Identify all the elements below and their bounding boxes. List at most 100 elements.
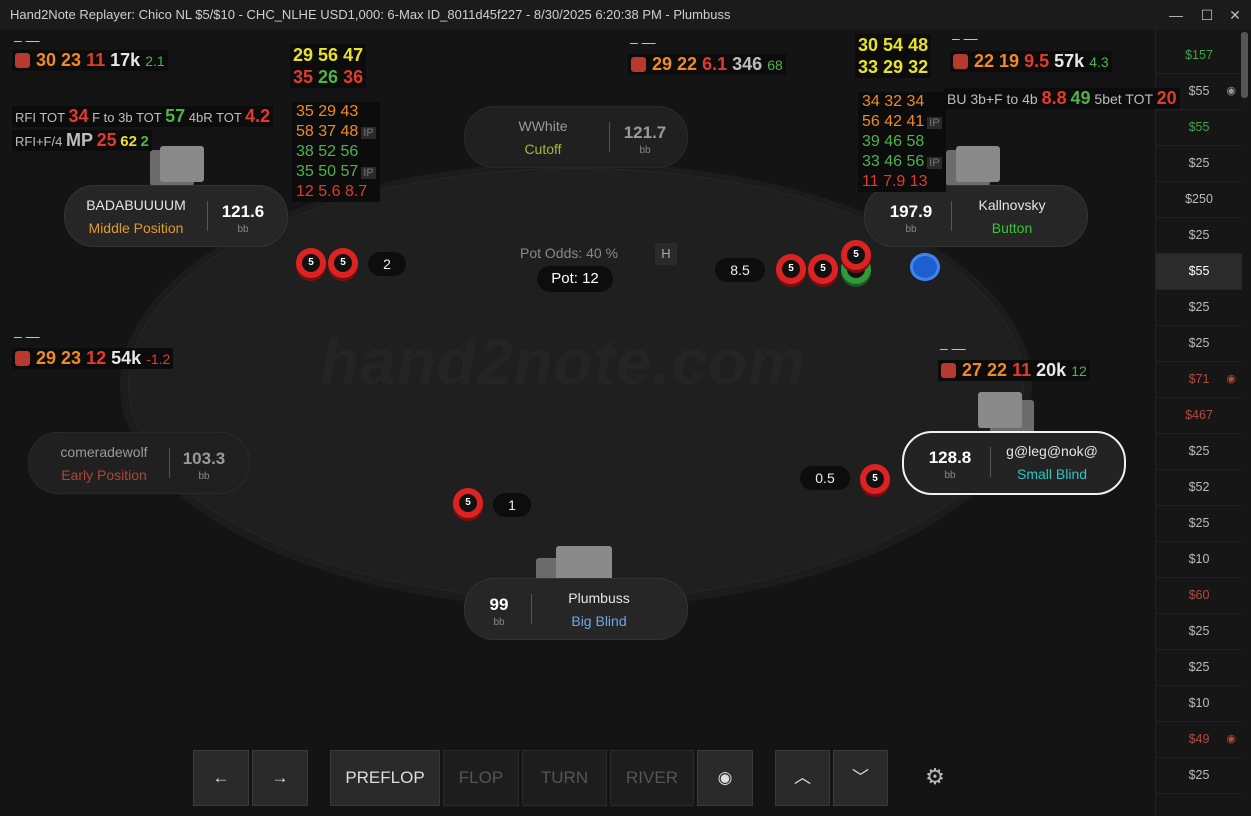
player-stack: 121.7 bbox=[623, 123, 667, 142]
window-title: Hand2Note Replayer: Chico NL $5/$10 - CH… bbox=[10, 7, 731, 22]
player-position: Cutoff bbox=[524, 141, 562, 157]
player-name: comeradewolf bbox=[60, 444, 148, 460]
player-name: Plumbuss bbox=[568, 590, 630, 606]
eye-icon[interactable]: ◉ bbox=[1226, 722, 1236, 757]
minimize-button[interactable]: — bbox=[1165, 5, 1187, 25]
seat-middle-position[interactable]: BADABUUUUM Middle Position 121.6 bb bbox=[64, 185, 288, 247]
pot-odds: Pot Odds: 40 % bbox=[520, 245, 619, 261]
history-item[interactable]: $52 bbox=[1156, 470, 1242, 506]
chip-icon: 5 bbox=[296, 248, 326, 278]
seat-early-position[interactable]: comeradewolf Early Position 103.3 bb bbox=[28, 432, 250, 494]
chip-icon: 5 bbox=[808, 254, 838, 284]
history-item[interactable]: $25 bbox=[1156, 218, 1242, 254]
close-button[interactable]: ✕ bbox=[1224, 5, 1246, 25]
history-item[interactable]: $157 bbox=[1156, 38, 1242, 74]
hud-dash-ep: – — bbox=[14, 328, 40, 344]
dealer-button-icon bbox=[910, 253, 940, 281]
street-flop-button[interactable]: FLOP bbox=[443, 750, 519, 806]
history-item[interactable]: $71 ◉ bbox=[1156, 362, 1242, 398]
history-scrollbar[interactable] bbox=[1241, 32, 1248, 98]
seat-small-blind[interactable]: 128.8 bb g@leg@nok@ Small Blind bbox=[902, 431, 1126, 495]
street-preflop-button[interactable]: PREFLOP bbox=[330, 750, 440, 806]
stack-unit: bb bbox=[198, 471, 210, 482]
hud-dash-bu: – — bbox=[952, 30, 978, 46]
hud-sb[interactable]: 27 22 11 20k 12 bbox=[938, 360, 1090, 381]
previous-hand-button[interactable]: ︿ bbox=[775, 750, 830, 806]
bet-amount-sb: 0.5 bbox=[800, 466, 850, 490]
history-item[interactable]: $25 bbox=[1156, 146, 1242, 182]
next-action-button[interactable]: → bbox=[252, 750, 308, 806]
street-river-button[interactable]: RIVER bbox=[610, 750, 694, 806]
player-position: Big Blind bbox=[571, 613, 627, 629]
hud-dash-co: – — bbox=[630, 34, 656, 50]
seat-big-blind[interactable]: 99 bb Plumbuss Big Blind bbox=[464, 578, 688, 640]
history-item[interactable]: $25 bbox=[1156, 506, 1242, 542]
player-position: Button bbox=[991, 220, 1033, 236]
watermark: hand2note.com bbox=[320, 326, 806, 398]
player-name: Kallnovsky bbox=[978, 197, 1046, 213]
bet-amount-bb: 1 bbox=[493, 493, 531, 517]
player-stack: 103.3 bbox=[182, 449, 226, 468]
hud-bu[interactable]: 22 19 9.5 57k 4.3 bbox=[950, 51, 1112, 72]
settings-gear-icon[interactable]: ⚙ bbox=[922, 764, 948, 790]
hud-mp-top-stats[interactable]: 29 56 47 35 26 36 bbox=[290, 44, 367, 88]
hud-bu-grid[interactable]: 34 32 34 56 42 41 IP 39 46 58 33 46 56 IP … bbox=[858, 92, 946, 192]
hud-bu-extra[interactable]: BU 3b+F to 4b 8.8 49 5bet TOT 20 bbox=[944, 88, 1180, 109]
next-hand-button[interactable]: ﹀ bbox=[833, 750, 888, 806]
hud-mp[interactable]: 30 23 11 17k 2.1 bbox=[12, 50, 168, 71]
hand-history-list[interactable]: $157 $55 ◉ $55 $25 $250 $25 $55 $25 $25 $71 ◉ $467 $2… bbox=[1155, 30, 1251, 816]
hud-mp-extra-1[interactable]: RFI TOT 34 F to 3b TOT 57 4bR TOT 4.2 bbox=[12, 106, 274, 127]
history-item[interactable]: $10 bbox=[1156, 686, 1242, 722]
stack-unit: bb bbox=[493, 617, 505, 628]
player-stack: 197.9 bbox=[889, 202, 933, 221]
show-cards-eye-button[interactable]: ◉ bbox=[697, 750, 753, 806]
hud-dash-mp: – — bbox=[14, 32, 40, 48]
bet-amount-bu: 8.5 bbox=[715, 258, 765, 282]
hud-color-tag bbox=[631, 57, 646, 72]
history-item[interactable]: $25 bbox=[1156, 290, 1242, 326]
history-item[interactable]: $250 bbox=[1156, 182, 1242, 218]
history-item[interactable]: $467 bbox=[1156, 398, 1242, 434]
stack-unit: bb bbox=[944, 470, 956, 481]
maximize-button[interactable]: ☐ bbox=[1196, 5, 1218, 25]
player-stack: 99 bbox=[489, 595, 509, 614]
street-turn-button[interactable]: TURN bbox=[522, 750, 607, 806]
seat-button[interactable]: 197.9 bb Kallnovsky Button bbox=[864, 185, 1088, 247]
hud-mp-extra-2[interactable]: RFI+F/4 MP 25 62 2 bbox=[12, 130, 152, 151]
chip-icon: 5 bbox=[328, 248, 358, 278]
history-item[interactable]: $25 bbox=[1156, 650, 1242, 686]
bet-amount-mp: 2 bbox=[368, 252, 406, 276]
hud-dash-sb: – — bbox=[940, 340, 966, 356]
history-item[interactable]: $25 bbox=[1156, 614, 1242, 650]
chip-icon: 5 bbox=[860, 464, 890, 494]
player-position: Small Blind bbox=[1016, 466, 1088, 482]
history-item[interactable]: $25 bbox=[1156, 434, 1242, 470]
hud-color-tag bbox=[941, 363, 956, 378]
prev-action-button[interactable]: ← bbox=[193, 750, 249, 806]
hud-mp-grid[interactable]: 35 29 43 58 37 48 IP 38 52 56 35 50 57 IP … bbox=[292, 102, 380, 202]
hud-bu-top-stats[interactable]: 30 54 48 33 29 32 bbox=[855, 34, 932, 78]
player-name: BADABUUUUM bbox=[86, 197, 186, 213]
history-item[interactable]: $49 ◉ bbox=[1156, 722, 1242, 758]
history-item[interactable]: $25 bbox=[1156, 758, 1242, 794]
chip-icon: 5 bbox=[776, 254, 806, 284]
eye-icon[interactable]: ◉ bbox=[1226, 74, 1236, 109]
history-item[interactable]: $55 bbox=[1156, 110, 1242, 146]
pot-odds-icon[interactable]: H bbox=[655, 243, 677, 265]
history-item[interactable]: $55 bbox=[1156, 254, 1242, 290]
player-stack: 121.6 bbox=[221, 202, 265, 221]
hud-co[interactable]: 29 22 6.1 346 68 bbox=[628, 54, 786, 75]
hud-color-tag bbox=[15, 53, 30, 68]
hud-ep[interactable]: 29 23 12 54k -1.2 bbox=[12, 348, 174, 369]
history-item[interactable]: $60 bbox=[1156, 578, 1242, 614]
player-stack: 128.8 bbox=[928, 448, 972, 467]
eye-icon[interactable]: ◉ bbox=[1226, 362, 1236, 397]
stack-unit: bb bbox=[905, 224, 917, 235]
history-item[interactable]: $25 bbox=[1156, 326, 1242, 362]
stack-unit: bb bbox=[237, 224, 249, 235]
player-name: WWhite bbox=[518, 118, 568, 134]
player-name: g@leg@nok@ bbox=[1006, 443, 1098, 459]
seat-cutoff[interactable]: WWhite Cutoff 121.7 bb bbox=[464, 106, 688, 168]
chip-icon: 5 bbox=[453, 488, 483, 518]
history-item[interactable]: $10 bbox=[1156, 542, 1242, 578]
